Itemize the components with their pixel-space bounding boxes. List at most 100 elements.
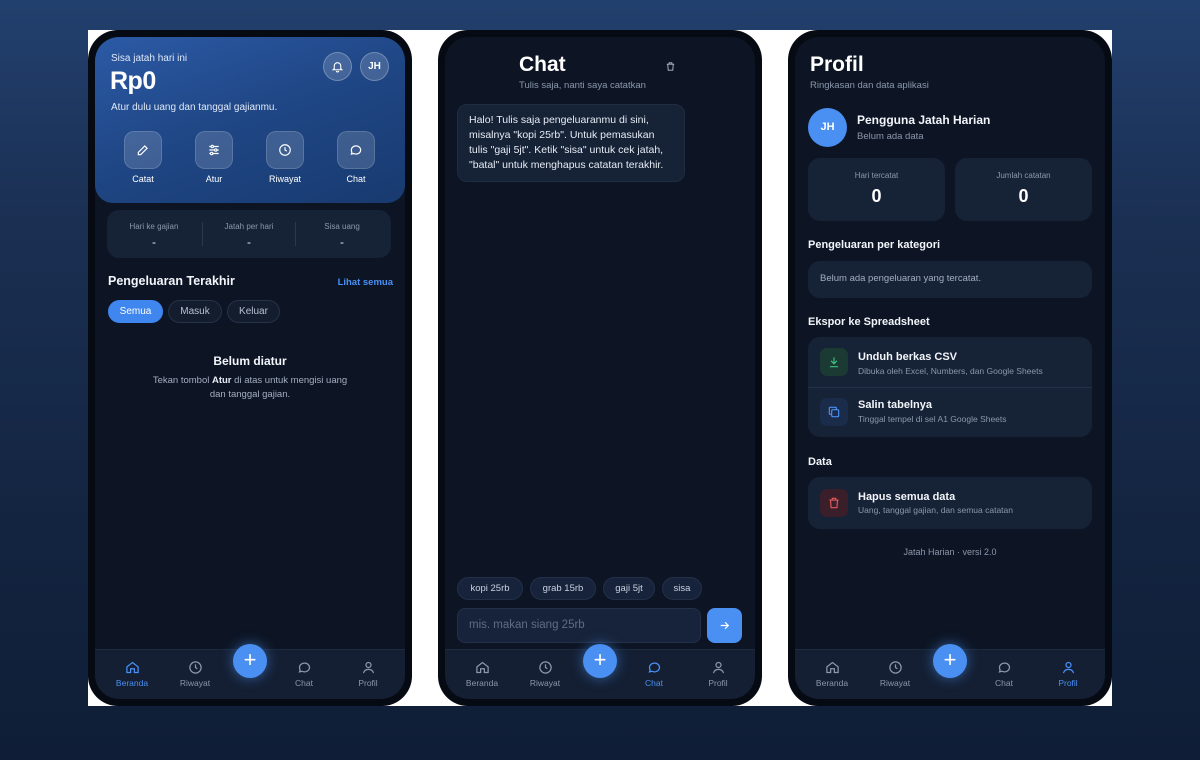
message-line: tulis "gaji 5jt". Ketik "sisa" untuk cek… (469, 144, 664, 156)
suggestion-chip[interactable]: kopi 25rb (457, 577, 523, 600)
profile-screen: Profil Ringkasan dan data aplikasi JH Pe… (795, 37, 1105, 699)
row-title: Salin tabelnya (858, 399, 932, 411)
home-icon (107, 660, 157, 675)
category-empty-card: Belum ada pengeluaran yang tercatat. (808, 261, 1092, 298)
nav-label: Profil (708, 678, 728, 688)
add-fab-button[interactable]: + (933, 644, 967, 678)
row-subtitle: Uang, tanggal gajian, dan semua catatan (858, 505, 1014, 515)
suggestion-chip[interactable]: sisa (662, 577, 702, 600)
nav-label: Beranda (465, 678, 499, 688)
nav-beranda[interactable]: Beranda (807, 660, 857, 688)
user-icon (1043, 660, 1093, 675)
row-subtitle: Dibuka oleh Excel, Numbers, dan Google S… (858, 366, 1043, 376)
delete-all-row[interactable]: Hapus semua data Uang, tanggal gajian, d… (808, 477, 1092, 529)
see-all-link[interactable]: Lihat semua (338, 277, 393, 288)
page-subtitle: Tulis saja, nanti saya catatkan (519, 80, 646, 91)
section-title-category: Pengeluaran per kategori (808, 239, 941, 251)
phone-chat: Chat Tulis saja, nanti saya catatkan Hal… (438, 30, 762, 706)
clock-icon (520, 660, 570, 675)
nav-riwayat[interactable]: Riwayat (870, 660, 920, 688)
nav-beranda[interactable]: Beranda (457, 660, 507, 688)
copy-icon (820, 398, 848, 426)
suggestion-chip[interactable]: gaji 5jt (603, 577, 655, 600)
message-line: misalnya "kopi 25rb". Untuk pemasukan (469, 129, 655, 141)
nav-label: Profil (358, 678, 378, 688)
page-title: Chat (519, 53, 566, 76)
filter-keluar[interactable]: Keluar (227, 300, 280, 323)
trash-icon[interactable] (665, 61, 676, 72)
row-title: Hapus semua data (858, 491, 956, 503)
nav-label: Beranda (815, 678, 849, 688)
recent-title: Pengeluaran Terakhir (108, 274, 235, 288)
chat-screen: Chat Tulis saja, nanti saya catatkan Hal… (445, 37, 755, 699)
user-status: Belum ada data (857, 131, 924, 142)
nav-label: Chat (645, 678, 663, 688)
chat-icon (337, 131, 375, 169)
balance-header: Sisa jatah hari ini Rp0 Atur dulu uang d… (95, 37, 405, 203)
clock-icon (870, 660, 920, 675)
chat-input[interactable]: mis. makan siang 25rb (457, 608, 701, 643)
suggestion-chip[interactable]: grab 15rb (530, 577, 596, 600)
balance-amount: Rp0 (110, 67, 156, 95)
balance-subtitle: Atur dulu uang dan tanggal gajianmu. (111, 102, 278, 113)
quick-action-chat[interactable]: Chat (329, 131, 383, 184)
filter-masuk[interactable]: Masuk (168, 300, 222, 323)
stat-days-to-payday: Hari ke gajian - (107, 210, 201, 258)
nav-chat[interactable]: Chat (629, 660, 679, 688)
send-button[interactable] (707, 608, 742, 643)
bottom-nav: Beranda Riwayat + Chat Profil (95, 644, 405, 699)
nav-label: Riwayat (879, 678, 911, 688)
quick-action-catat[interactable]: Catat (116, 131, 170, 184)
download-csv-row[interactable]: Unduh berkas CSV Dibuka oleh Excel, Numb… (808, 337, 1092, 387)
clock-icon (170, 660, 220, 675)
counter-label: Jumlah catatan (996, 171, 1051, 180)
category-empty-text: Belum ada pengeluaran yang tercatat. (820, 273, 982, 284)
user-icon (343, 660, 393, 675)
quick-action-riwayat[interactable]: Riwayat (258, 131, 312, 184)
nav-chat[interactable]: Chat (979, 660, 1029, 688)
empty-text-bold: Atur (211, 375, 232, 386)
stat-value: - (152, 235, 156, 249)
empty-state-text: Tekan tombol Atur di atas untuk mengisi … (95, 374, 405, 402)
nav-beranda[interactable]: Beranda (107, 660, 157, 688)
counter-days-card: Hari tercatat 0 (808, 158, 945, 221)
nav-chat[interactable]: Chat (279, 660, 329, 688)
nav-profil[interactable]: Profil (693, 660, 743, 688)
user-name: Pengguna Jatah Harian (857, 113, 991, 127)
page-title: Profil (810, 53, 864, 76)
notification-button[interactable] (323, 52, 352, 81)
quick-action-label: Atur (205, 174, 223, 184)
quick-action-atur[interactable]: Atur (187, 131, 241, 184)
quick-action-label: Chat (346, 174, 366, 184)
nav-profil[interactable]: Profil (343, 660, 393, 688)
section-title-export: Ekspor ke Spreadsheet (808, 316, 930, 328)
add-fab-button[interactable]: + (583, 644, 617, 678)
filter-semua[interactable]: Semua (108, 300, 163, 323)
nav-riwayat[interactable]: Riwayat (520, 660, 570, 688)
stat-value: - (340, 235, 344, 249)
avatar: JH (808, 108, 847, 147)
nav-label: Beranda (115, 678, 149, 688)
version-text: Jatah Harian · versi 2.0 (903, 547, 997, 557)
nav-label: Riwayat (529, 678, 561, 688)
section-title-data: Data (808, 456, 832, 468)
chat-icon (979, 660, 1029, 675)
bell-icon (331, 60, 344, 73)
copy-table-row[interactable]: Salin tabelnya Tinggal tempel di sel A1 … (808, 387, 1092, 437)
page-subtitle: Ringkasan dan data aplikasi (810, 80, 929, 91)
chat-icon (629, 660, 679, 675)
avatar[interactable]: JH (360, 52, 389, 81)
nav-label: Chat (995, 678, 1013, 688)
counter-label: Hari tercatat (854, 171, 899, 180)
row-subtitle: Tinggal tempel di sel A1 Google Sheets (858, 414, 1007, 424)
balance-label: Sisa jatah hari ini (111, 53, 188, 64)
nav-profil[interactable]: Profil (1043, 660, 1093, 688)
counter-records-card: Jumlah catatan 0 (955, 158, 1092, 221)
nav-riwayat[interactable]: Riwayat (170, 660, 220, 688)
user-icon (693, 660, 743, 675)
bot-message-bubble: Halo! Tulis saja pengeluaranmu di sini, … (457, 104, 685, 182)
row-title: Unduh berkas CSV (858, 351, 958, 363)
stat-daily-allowance: Jatah per hari - (202, 210, 296, 258)
counter-value: 0 (1018, 186, 1029, 206)
add-fab-button[interactable]: + (233, 644, 267, 678)
